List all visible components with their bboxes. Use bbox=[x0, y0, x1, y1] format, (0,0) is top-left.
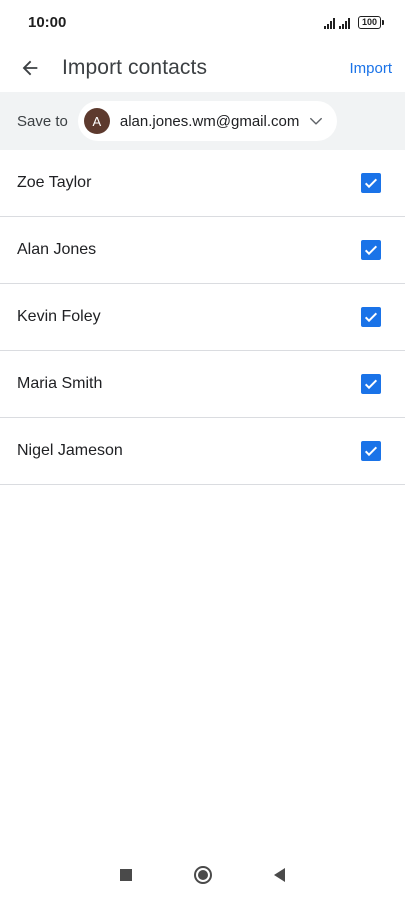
arrow-back-icon bbox=[22, 60, 38, 76]
account-selector[interactable]: A alan.jones.wm@gmail.com bbox=[77, 101, 338, 141]
contact-name: Maria Smith bbox=[17, 375, 103, 392]
contact-checkbox[interactable] bbox=[361, 240, 381, 260]
check-icon bbox=[364, 379, 378, 390]
contact-name: Zoe Taylor bbox=[17, 174, 92, 191]
contact-checkbox[interactable] bbox=[361, 441, 381, 461]
recents-icon[interactable] bbox=[120, 869, 132, 881]
check-icon bbox=[364, 312, 378, 323]
status-bar: 10:00 100 bbox=[0, 0, 405, 44]
contact-checkbox[interactable] bbox=[361, 374, 381, 394]
save-to-bar: Save to A alan.jones.wm@gmail.com bbox=[0, 92, 405, 150]
import-button[interactable]: Import bbox=[349, 54, 392, 83]
check-icon bbox=[364, 446, 378, 457]
list-item[interactable]: Nigel Jameson bbox=[0, 418, 405, 485]
check-icon bbox=[364, 245, 378, 256]
status-icons: 100 bbox=[323, 15, 385, 29]
contact-list: Zoe Taylor Alan Jones Kevin Foley Maria … bbox=[0, 150, 405, 485]
avatar-letter: A bbox=[92, 113, 102, 129]
chevron-down-icon bbox=[309, 114, 323, 128]
contact-checkbox[interactable] bbox=[361, 173, 381, 193]
back-button[interactable] bbox=[2, 44, 58, 92]
page-title: Import contacts bbox=[62, 56, 208, 79]
status-time: 10:00 bbox=[28, 13, 67, 31]
list-item[interactable]: Maria Smith bbox=[0, 351, 405, 418]
back-icon[interactable] bbox=[274, 868, 285, 882]
contact-checkbox[interactable] bbox=[361, 307, 381, 327]
home-icon[interactable] bbox=[194, 866, 212, 884]
system-nav-bar bbox=[0, 850, 405, 902]
contact-name: Alan Jones bbox=[17, 241, 97, 258]
signal-icon bbox=[323, 17, 335, 29]
check-icon bbox=[364, 178, 378, 189]
screen: 10:00 100 Import contacts Import Save to… bbox=[0, 0, 405, 902]
signal-icon bbox=[338, 17, 350, 29]
save-to-label: Save to bbox=[17, 112, 68, 130]
battery-icon: 100 bbox=[357, 15, 385, 29]
contact-name: Nigel Jameson bbox=[17, 442, 123, 459]
account-email: alan.jones.wm@gmail.com bbox=[119, 112, 300, 130]
avatar: A bbox=[83, 108, 110, 134]
list-item[interactable]: Zoe Taylor bbox=[0, 150, 405, 217]
list-item[interactable]: Alan Jones bbox=[0, 217, 405, 284]
battery-level: 100 bbox=[361, 16, 377, 27]
contact-name: Kevin Foley bbox=[17, 308, 101, 325]
list-item[interactable]: Kevin Foley bbox=[0, 284, 405, 351]
app-bar: Import contacts Import bbox=[0, 44, 405, 92]
